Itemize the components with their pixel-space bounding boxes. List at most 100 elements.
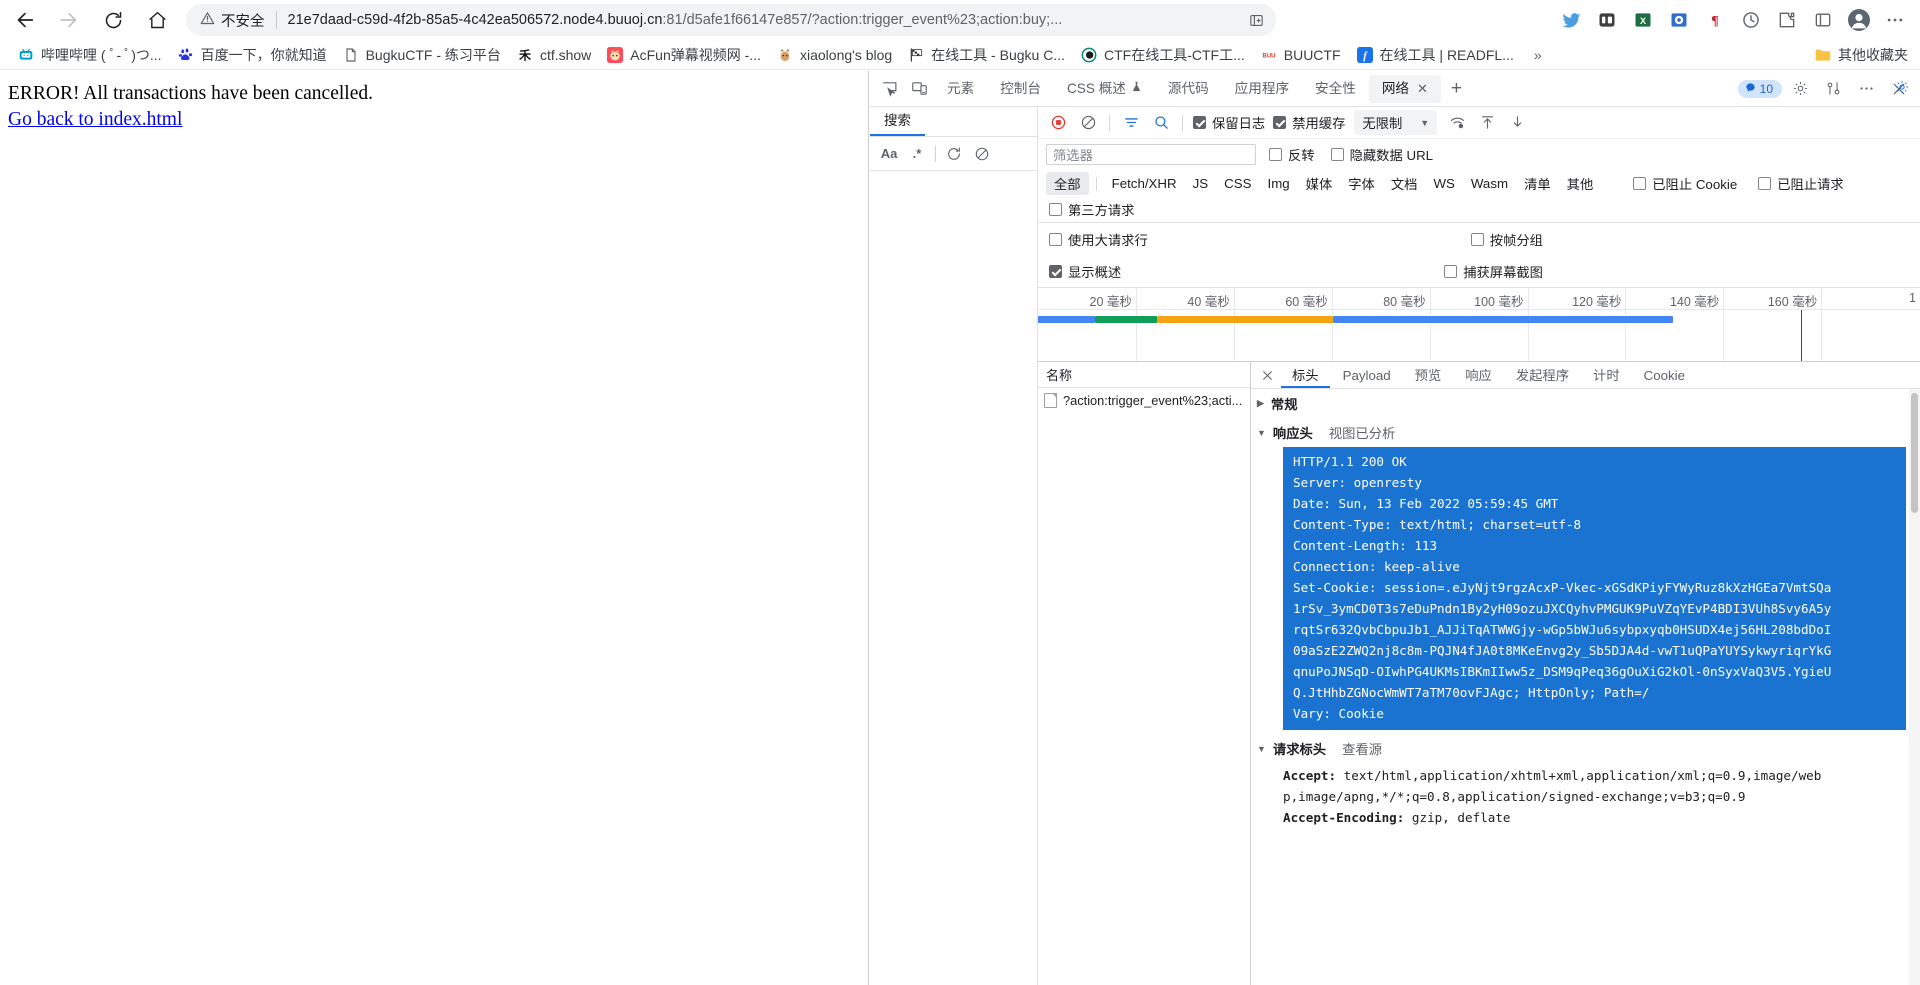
details-tab-response[interactable]: 响应 — [1454, 363, 1503, 388]
big-rows-checkbox[interactable]: 使用大请求行 — [1049, 230, 1148, 249]
show-overview-checkbox[interactable]: 显示概述 — [1049, 262, 1121, 281]
details-close-icon[interactable] — [1255, 364, 1279, 386]
bookmark-buuctf[interactable]: BUU BUUCTF — [1253, 44, 1349, 66]
request-headers-section-header[interactable]: ▼ 请求标头 查看源 — [1251, 730, 1920, 763]
reload-button[interactable] — [94, 1, 132, 39]
view-source-button[interactable]: 查看源 — [1342, 739, 1382, 758]
filter-type-all[interactable]: 全部 — [1046, 172, 1089, 195]
scrollbar-thumb[interactable] — [1911, 393, 1918, 513]
add-panel-button[interactable]: + — [1441, 78, 1472, 100]
filter-input[interactable]: 筛选器 — [1046, 144, 1256, 165]
extension-adblock-icon[interactable] — [1590, 3, 1624, 37]
customize-devtools-icon[interactable] — [1818, 75, 1848, 103]
url-text[interactable]: 21e7daad-c59d-4f2b-85a5-4c42ea506572.nod… — [288, 12, 1235, 28]
details-scrollbar[interactable] — [1909, 389, 1920, 985]
bookmark-bugku-tools[interactable]: 在线工具 - Bugku C... — [900, 42, 1073, 68]
throttling-dropdown[interactable]: 无限制 ▼ — [1354, 110, 1438, 135]
add-to-collections-icon[interactable] — [1242, 6, 1270, 34]
disable-cache-checkbox[interactable]: 禁用缓存 — [1273, 113, 1345, 132]
close-icon[interactable]: ✕ — [1417, 75, 1428, 103]
preserve-log-checkbox[interactable]: 保留日志 — [1193, 113, 1265, 132]
table-row[interactable]: ?action:trigger_event%23;acti... — [1038, 388, 1250, 412]
bookmark-ctf-tools[interactable]: CTF在线工具-CTF工... — [1073, 42, 1253, 68]
response-headers-raw[interactable]: HTTP/1.1 200 OK Server: openresty Date: … — [1283, 447, 1906, 730]
general-section-header[interactable]: ▶ 常规 — [1251, 389, 1920, 418]
tab-css-overview[interactable]: CSS 概述 — [1054, 75, 1155, 103]
extension-puzzle-icon[interactable] — [1770, 3, 1804, 37]
filter-type-js[interactable]: JS — [1185, 174, 1217, 193]
tab-security[interactable]: 安全性 — [1302, 75, 1369, 103]
network-conditions-icon[interactable] — [1443, 110, 1471, 136]
bookmark-xiaolong-blog[interactable]: xiaolong's blog — [769, 44, 900, 66]
extension-paragraph-icon[interactable]: ¶ — [1698, 3, 1732, 37]
capture-screenshots-checkbox[interactable]: 捕获屏幕截图 — [1444, 262, 1543, 281]
filter-type-font[interactable]: 字体 — [1340, 172, 1383, 195]
invert-checkbox[interactable]: 反转 — [1269, 145, 1315, 164]
tab-search[interactable]: 搜索 — [870, 109, 925, 136]
filter-type-wasm[interactable]: Wasm — [1463, 174, 1516, 193]
filter-type-fetch-xhr[interactable]: Fetch/XHR — [1104, 174, 1185, 193]
blocked-cookies-checkbox[interactable]: 已阻止 Cookie — [1633, 174, 1737, 193]
details-tab-preview[interactable]: 预览 — [1404, 363, 1453, 388]
filter-type-css[interactable]: CSS — [1216, 174, 1259, 193]
regex-icon[interactable]: .* — [904, 142, 930, 166]
devtools-more-icon[interactable] — [1851, 75, 1881, 103]
details-tab-timing[interactable]: 计时 — [1582, 363, 1631, 388]
bookmark-bilibili[interactable]: 哔哩哔哩 ( ﾟ- ﾟ)つ... — [10, 42, 170, 68]
response-headers-section-header[interactable]: ▼ 响应头 视图已分析 — [1251, 418, 1920, 447]
bookmark-bugkuctf[interactable]: BugkuCTF - 练习平台 — [335, 42, 509, 68]
filter-type-other[interactable]: 其他 — [1559, 172, 1602, 195]
filter-type-ws[interactable]: WS — [1425, 174, 1462, 193]
request-list-header[interactable]: 名称 — [1038, 362, 1250, 388]
go-back-link[interactable]: Go back to index.html — [8, 109, 182, 131]
filter-toggle-icon[interactable] — [1117, 110, 1145, 136]
filter-type-img[interactable]: Img — [1260, 174, 1298, 193]
details-tab-payload[interactable]: Payload — [1332, 363, 1402, 388]
view-parsed-button[interactable]: 视图已分析 — [1329, 423, 1395, 442]
bookmark-readfl[interactable]: f 在线工具 | READFL... — [1349, 42, 1522, 68]
tab-sources[interactable]: 源代码 — [1155, 75, 1222, 103]
home-button[interactable] — [138, 1, 176, 39]
other-bookmarks-folder[interactable]: 其他收藏夹 — [1807, 42, 1920, 68]
refresh-icon[interactable] — [941, 142, 967, 166]
hide-data-urls-checkbox[interactable]: 隐藏数据 URL — [1330, 145, 1433, 164]
bookmark-baidu[interactable]: 百度一下，你就知道 — [170, 42, 335, 68]
collections-icon[interactable] — [1806, 3, 1840, 37]
filter-type-manifest[interactable]: 清单 — [1516, 172, 1559, 195]
back-button[interactable] — [6, 1, 44, 39]
import-har-icon[interactable] — [1473, 110, 1501, 136]
profile-avatar[interactable] — [1842, 3, 1876, 37]
tab-network[interactable]: 网络 ✕ — [1368, 74, 1441, 103]
address-bar[interactable]: 不安全 21e7daad-c59d-4f2b-85a5-4c42ea506572… — [186, 4, 1276, 36]
extension-twitter-icon[interactable] — [1554, 3, 1588, 37]
export-har-icon[interactable] — [1503, 110, 1531, 136]
network-overview[interactable]: 20 毫秒 40 毫秒 60 毫秒 80 毫秒 100 毫秒 120 毫秒 14… — [1038, 287, 1920, 362]
search-icon[interactable] — [1147, 110, 1175, 136]
blocked-requests-checkbox[interactable]: 已阻止请求 — [1758, 174, 1844, 193]
tab-console[interactable]: 控制台 — [987, 75, 1054, 103]
extension-clock-icon[interactable] — [1734, 3, 1768, 37]
bookmarks-overflow-button[interactable]: » — [1526, 43, 1550, 67]
bookmark-acfun[interactable]: AcFun弹幕视频网 -... — [599, 42, 769, 68]
tab-elements[interactable]: 元素 — [934, 75, 987, 103]
extension-acrobat-icon[interactable] — [1662, 3, 1696, 37]
tab-application[interactable]: 应用程序 — [1222, 75, 1302, 103]
group-by-frame-checkbox[interactable]: 按帧分组 — [1470, 230, 1543, 249]
security-indicator[interactable]: 不安全 — [200, 10, 265, 31]
details-tab-initiator[interactable]: 发起程序 — [1505, 363, 1580, 388]
inspect-element-icon[interactable] — [874, 75, 904, 103]
device-toolbar-icon[interactable] — [904, 75, 934, 103]
clear-button[interactable] — [1074, 110, 1102, 136]
record-button[interactable] — [1044, 110, 1072, 136]
filter-type-doc[interactable]: 文档 — [1383, 172, 1426, 195]
bookmark-ctfshow[interactable]: 禾 ctf.show — [509, 44, 599, 66]
match-case-icon[interactable]: Aa — [876, 142, 902, 166]
details-tab-headers[interactable]: 标头 — [1281, 363, 1330, 388]
extension-excel-icon[interactable]: X — [1626, 3, 1660, 37]
browser-menu-icon[interactable] — [1878, 3, 1912, 37]
details-tab-cookies[interactable]: Cookie — [1633, 363, 1696, 388]
forward-button[interactable] — [50, 1, 88, 39]
gear-icon[interactable] — [1785, 75, 1815, 103]
third-party-checkbox[interactable]: 第三方请求 — [1049, 200, 1134, 219]
clear-icon[interactable] — [969, 142, 995, 166]
